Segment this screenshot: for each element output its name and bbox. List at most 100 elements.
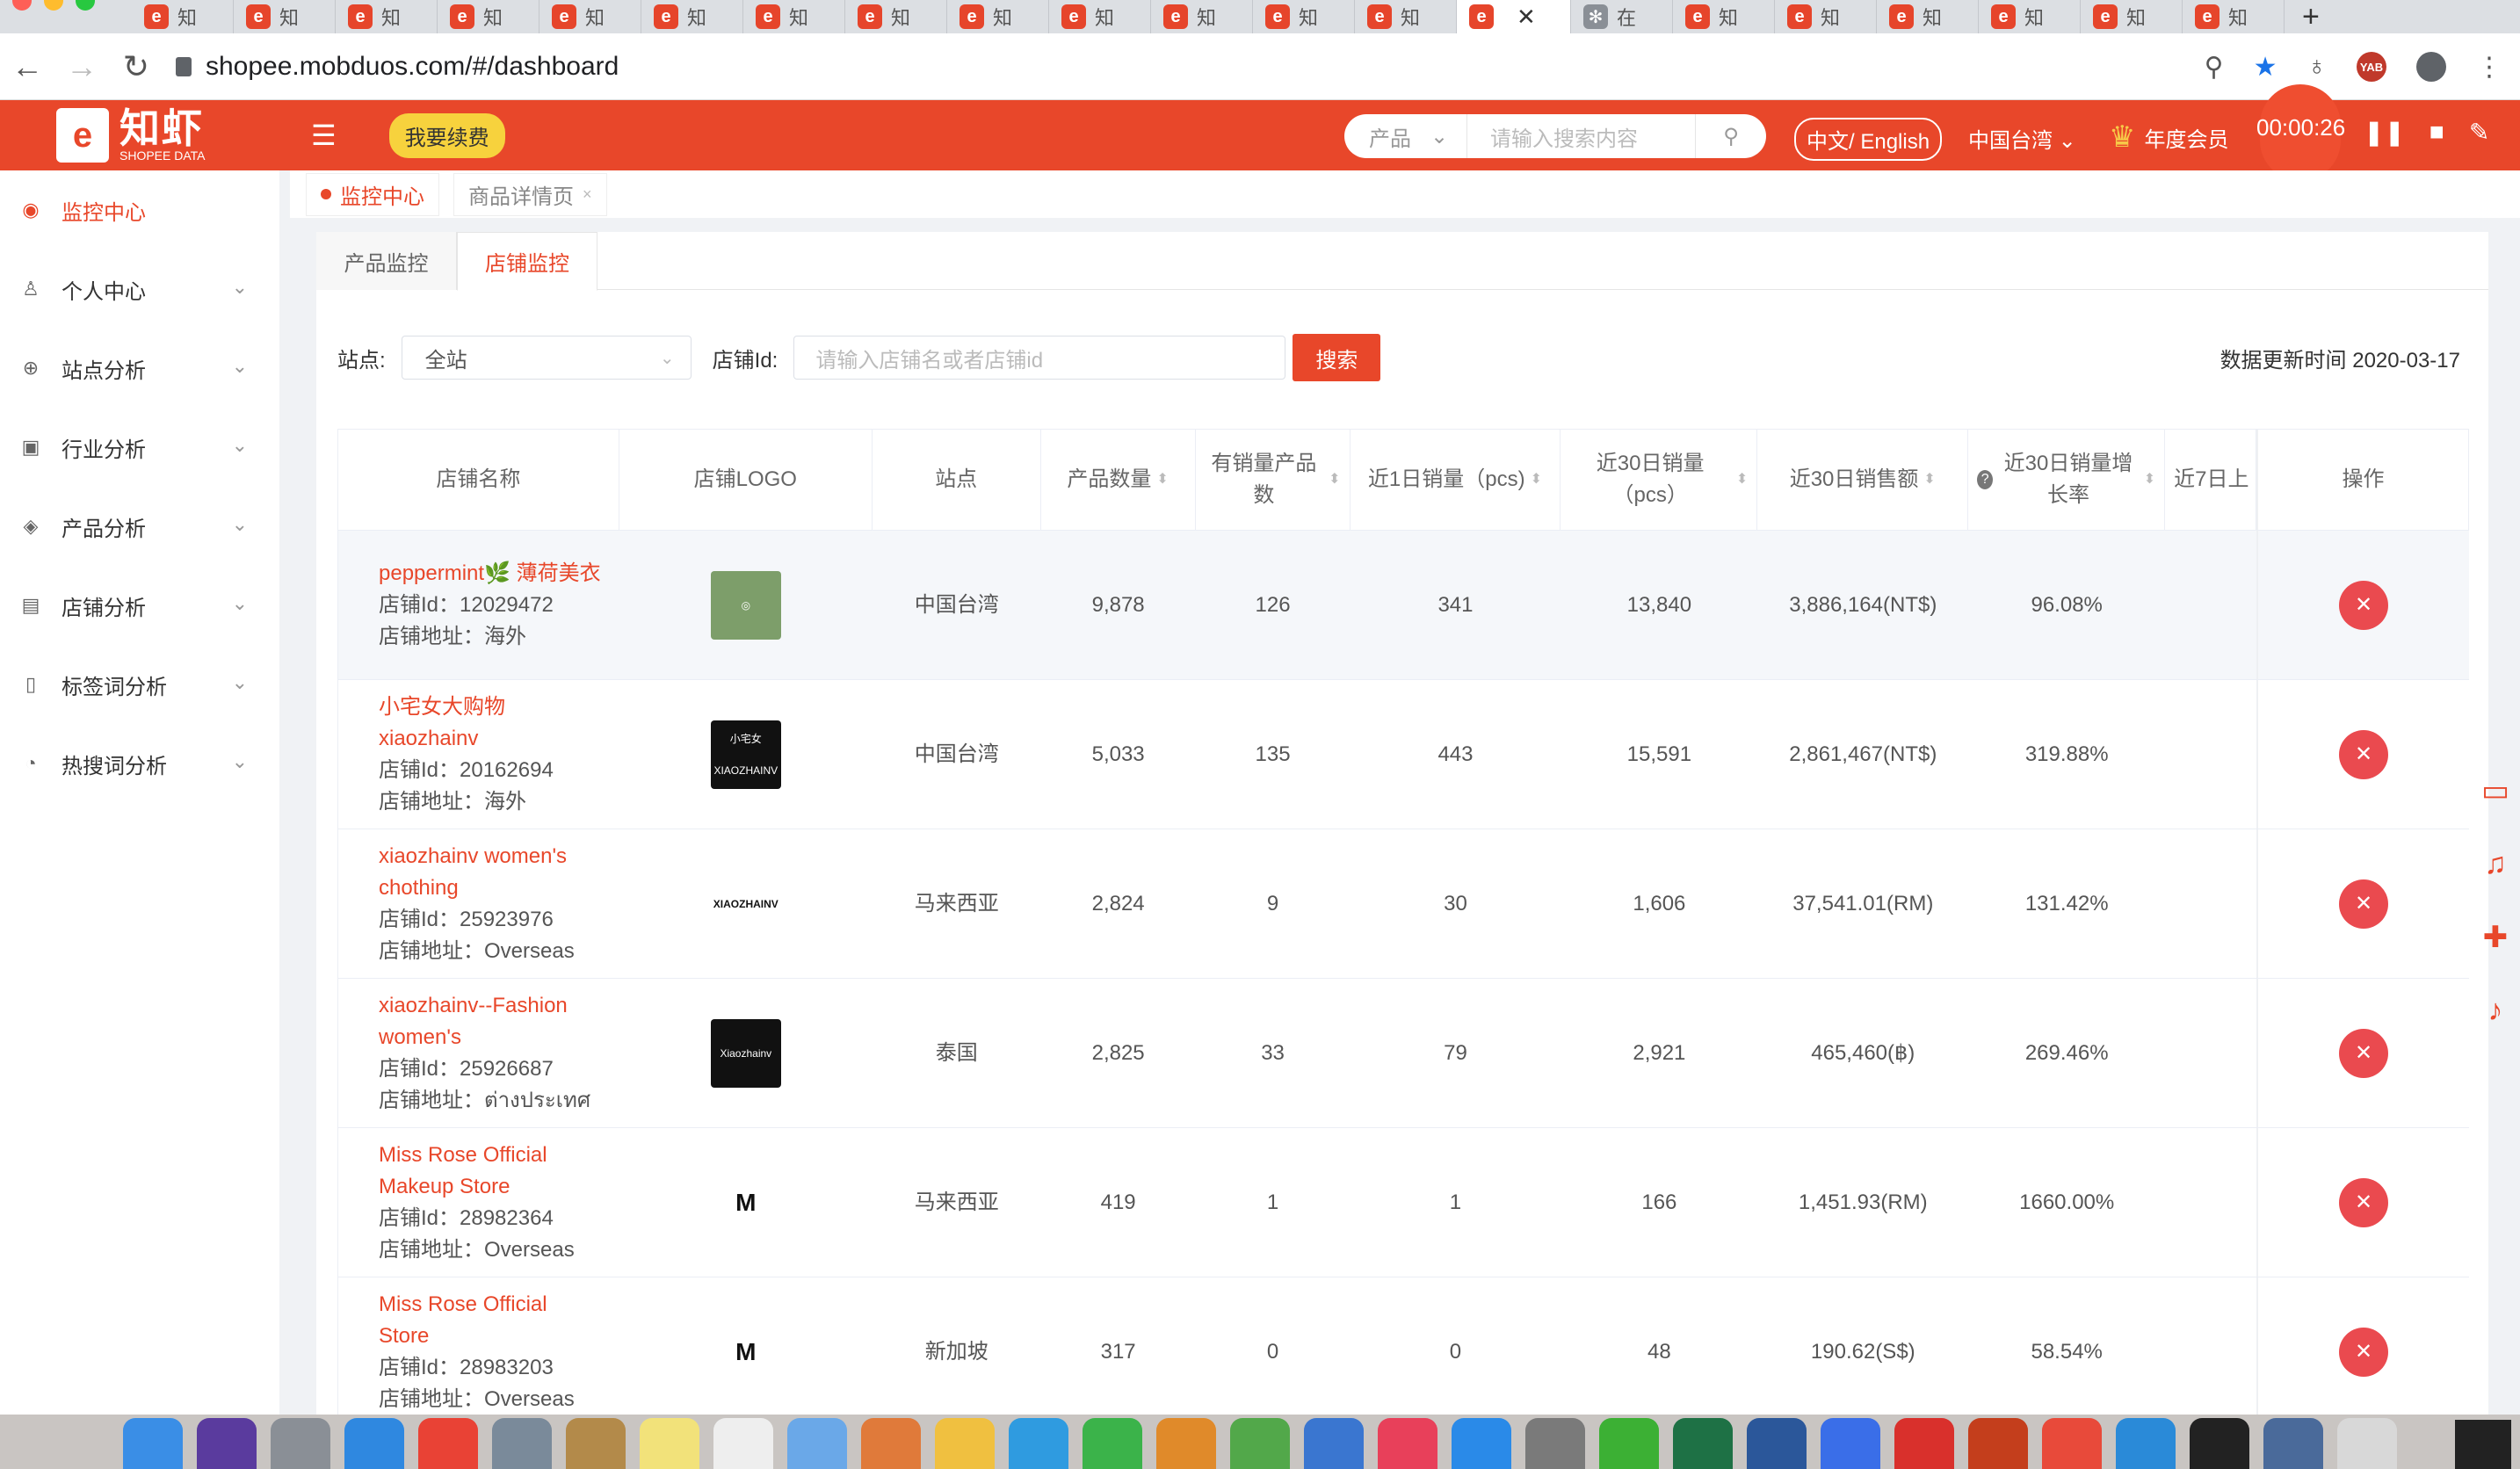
sort-icon[interactable]: ⬍ xyxy=(1923,464,1935,496)
books-icon[interactable] xyxy=(1156,1418,1216,1469)
sidebar-item-tag-analysis[interactable]: ▯ 标签词分析 ⌄ xyxy=(0,645,279,724)
minimize-window-button[interactable] xyxy=(44,0,63,11)
bell-icon[interactable]: ♫ xyxy=(2484,847,2507,881)
sidebar-item-monitor[interactable]: ◉ 监控中心 xyxy=(0,170,279,250)
notes-app-icon[interactable] xyxy=(566,1418,626,1469)
music-icon[interactable] xyxy=(1378,1418,1437,1469)
delete-button[interactable]: ✕ xyxy=(2339,1028,2389,1078)
back-arrow-icon[interactable]: ← xyxy=(0,48,54,85)
numbers-icon[interactable] xyxy=(1230,1418,1290,1469)
delete-button[interactable]: ✕ xyxy=(2339,729,2389,779)
pages-icon[interactable] xyxy=(861,1418,921,1469)
browser-tab[interactable]: e知 xyxy=(1979,0,2081,33)
extension-yab-icon[interactable]: YAB xyxy=(2357,52,2386,82)
sidebar-item-site-analysis[interactable]: ⊕ 站点分析 ⌄ xyxy=(0,329,279,408)
delete-button[interactable]: ✕ xyxy=(2339,879,2389,929)
reload-icon[interactable]: ↻ xyxy=(109,48,163,85)
tab-product-monitor[interactable]: 产品监控 xyxy=(316,232,457,290)
delete-button[interactable]: ✕ xyxy=(2339,1177,2389,1227)
launchpad-icon[interactable] xyxy=(271,1418,330,1469)
browser-tab[interactable]: e知 xyxy=(845,0,947,33)
browser-tab[interactable]: e知 xyxy=(1253,0,1355,33)
gift-icon[interactable]: ✚ xyxy=(2483,920,2509,955)
close-tag-icon[interactable]: × xyxy=(583,185,592,204)
col-product-count[interactable]: 产品数量 ⬍ xyxy=(1041,430,1196,530)
chrome-icon[interactable] xyxy=(418,1418,478,1469)
search-type-select[interactable]: 产品 ⌄ xyxy=(1344,114,1467,158)
browser-tab[interactable]: e知 xyxy=(1151,0,1253,33)
tab-store-monitor[interactable]: 店铺监控 xyxy=(457,232,597,291)
language-toggle[interactable]: 中文/ English xyxy=(1794,118,1943,161)
close-tab-icon[interactable]: ✕ xyxy=(1517,4,1536,31)
renew-button[interactable]: 我要续费 xyxy=(388,112,505,158)
menu-toggle-icon[interactable]: ☰ xyxy=(311,119,337,152)
browser-tab[interactable]: e知 xyxy=(947,0,1049,33)
region-select[interactable]: 中国台湾 ⌄ xyxy=(1968,123,2076,154)
sort-icon[interactable]: ⬍ xyxy=(1329,464,1340,496)
sort-icon[interactable]: ⬍ xyxy=(1156,464,1168,496)
browser-tab[interactable]: e知 xyxy=(1049,0,1151,33)
safari-icon[interactable] xyxy=(344,1418,404,1469)
browser-tab[interactable]: e知 xyxy=(743,0,845,33)
sidebar-item-store-analysis[interactable]: ▤ 店铺分析 ⌄ xyxy=(0,566,279,645)
browser-tab[interactable]: e知 xyxy=(641,0,743,33)
zoom-icon[interactable]: ⚲ xyxy=(2205,52,2224,83)
search-button[interactable]: 搜索 xyxy=(1293,334,1381,381)
browser-tab[interactable]: ✻ 在 xyxy=(1571,0,1673,33)
sidebar-item-product-analysis[interactable]: ◈ 产品分析 ⌄ xyxy=(0,487,279,566)
xmind-icon[interactable] xyxy=(2042,1418,2102,1469)
messages-icon[interactable] xyxy=(1009,1418,1068,1469)
wechat-icon[interactable] xyxy=(1599,1418,1659,1469)
screen-recorder-icon[interactable] xyxy=(2263,1418,2323,1469)
store-name-link[interactable]: Miss Rose Official Makeup Store xyxy=(379,1140,581,1203)
chat-icon[interactable]: ▭ xyxy=(2481,773,2509,808)
netease-music-icon[interactable] xyxy=(1894,1418,1954,1469)
col-30day-revenue[interactable]: 近30日销售额 ⬍ xyxy=(1757,430,1969,530)
search-input[interactable]: 请输入搜索内容 xyxy=(1467,114,1696,158)
forward-arrow-icon[interactable]: → xyxy=(54,48,109,85)
sort-icon[interactable]: ⬍ xyxy=(1736,464,1748,496)
brand-logo[interactable]: e 知虾 SHOPEE DATA xyxy=(0,100,281,170)
browser-tab[interactable]: e知 xyxy=(438,0,539,33)
delete-button[interactable]: ✕ xyxy=(2339,580,2389,630)
system-preferences-icon[interactable] xyxy=(1525,1418,1585,1469)
excel-icon[interactable] xyxy=(1673,1418,1733,1469)
delete-button[interactable]: ✕ xyxy=(2339,1327,2389,1377)
powerpoint-icon[interactable] xyxy=(1968,1418,2028,1469)
browser-tab[interactable]: e知 xyxy=(234,0,336,33)
sort-icon[interactable]: ⬍ xyxy=(1531,464,1542,496)
browser-tab[interactable]: e知 xyxy=(2183,0,2285,33)
membership-badge[interactable]: ♛ 年度会员 xyxy=(2109,119,2228,155)
close-window-button[interactable] xyxy=(12,0,32,11)
stop-icon[interactable]: ■ xyxy=(2429,118,2444,147)
profile-avatar-icon[interactable] xyxy=(2416,52,2446,82)
pause-icon[interactable]: ❚❚ xyxy=(2364,118,2405,147)
store-name-link[interactable]: xiaozhainv--Fashion women's xyxy=(379,990,581,1053)
store-name-link[interactable]: xiaozhainv women's chothing xyxy=(379,841,581,904)
question-icon[interactable]: ? xyxy=(1977,470,1994,489)
window-controls[interactable] xyxy=(12,0,95,11)
trash-icon[interactable] xyxy=(2337,1418,2397,1469)
store-name-link[interactable]: peppermint🌿 薄荷美衣 xyxy=(379,558,601,590)
new-tab-button[interactable]: + xyxy=(2302,0,2320,33)
url-field[interactable]: shopee.mobduos.com/#/dashboard xyxy=(176,52,619,82)
reminders-icon[interactable] xyxy=(713,1418,773,1469)
keynote-icon[interactable] xyxy=(1304,1418,1364,1469)
browser-tab[interactable]: e知 xyxy=(1355,0,1457,33)
notification-icon[interactable]: ♪ xyxy=(2488,994,2503,1028)
finder-icon[interactable] xyxy=(123,1418,183,1469)
sidebar-item-industry-analysis[interactable]: ▣ 行业分析 ⌄ xyxy=(0,408,279,487)
browser-tab[interactable]: e知 xyxy=(1673,0,1775,33)
store-name-link[interactable]: Miss Rose Official Store xyxy=(379,1289,581,1352)
siri-icon[interactable] xyxy=(197,1418,257,1469)
tag-monitor-center[interactable]: 监控中心 xyxy=(306,172,439,216)
menu-dots-icon[interactable]: ⋮ xyxy=(2476,52,2502,83)
preview-icon[interactable] xyxy=(492,1418,552,1469)
textedit-icon[interactable] xyxy=(787,1418,847,1469)
col-sold-products[interactable]: 有销量产品数 ⬍ xyxy=(1196,430,1351,530)
store-search-input[interactable]: 请输入店铺名或者店铺id xyxy=(793,336,1286,380)
search-icon[interactable]: ⚲ xyxy=(1696,114,1766,158)
site-select[interactable]: 全站 ⌄ xyxy=(401,336,692,380)
col-30day-growth[interactable]: ? 近30日销量增长率 ⬍ xyxy=(1968,430,2166,530)
pen-icon[interactable]: ✎ xyxy=(2469,118,2489,147)
